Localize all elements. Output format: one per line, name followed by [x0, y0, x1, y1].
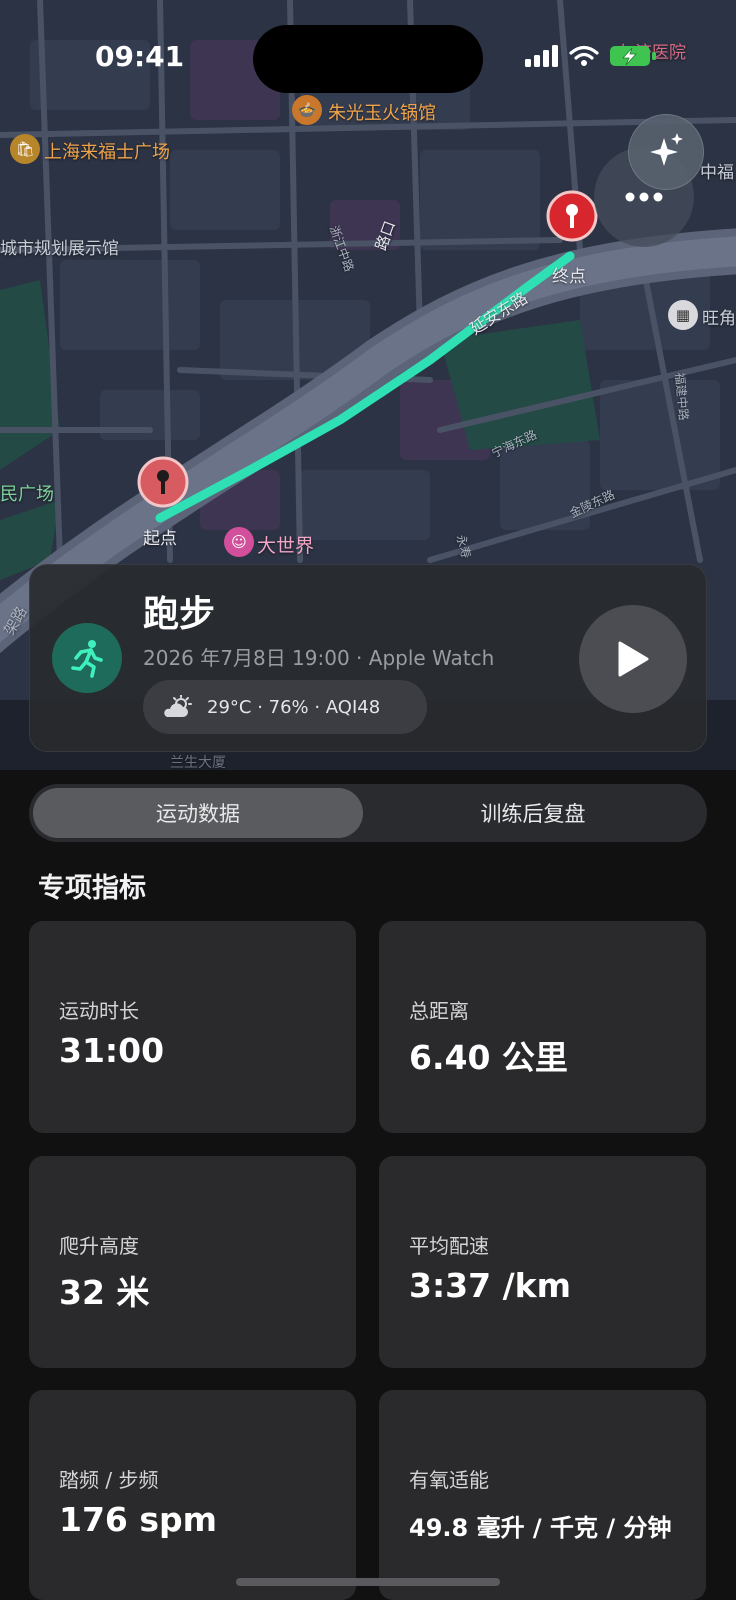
more-dots-icon	[625, 192, 663, 202]
metric-label: 踏频 / 步频	[59, 1468, 159, 1492]
end-pin[interactable]	[546, 190, 598, 246]
map-pin-icon	[137, 456, 189, 508]
poi-great-world[interactable]: 大世界	[257, 531, 314, 558]
segmented-control: 运动数据 训练后复盘	[29, 784, 707, 842]
poi-hotpot[interactable]: 朱光玉火锅馆	[328, 99, 436, 125]
building-icon: ▦	[668, 300, 698, 330]
play-route-button[interactable]	[579, 605, 687, 713]
wifi-icon	[569, 45, 599, 66]
home-indicator	[236, 1578, 500, 1586]
sparkle-icon	[650, 133, 683, 166]
metric-card-elevation[interactable]: 爬升高度 32 米	[29, 1156, 356, 1368]
metric-value: 6.40 公里	[409, 1038, 568, 1077]
poi-planning-hall[interactable]: 城市规划展示馆	[0, 234, 119, 259]
status-time: 09:41	[95, 40, 185, 73]
map-pin-icon	[546, 190, 598, 242]
metric-value: 176 spm	[59, 1500, 218, 1539]
metric-label: 平均配速	[409, 1234, 489, 1258]
restaurant-icon: 🍲	[292, 95, 322, 125]
metric-value: 49.8 毫升 / 千克 / 分钟	[409, 1514, 672, 1542]
section-title: 专项指标	[38, 873, 146, 904]
running-icon-badge	[52, 623, 122, 693]
cellular-signal-icon	[525, 45, 558, 67]
poi-wang[interactable]: 旺角	[702, 304, 736, 329]
ai-sparkle-button[interactable]	[628, 114, 704, 190]
metric-value: 32 米	[59, 1273, 150, 1312]
end-label: 终点	[552, 267, 586, 287]
metric-label: 总距离	[409, 999, 469, 1023]
theater-icon: ☺	[224, 527, 254, 557]
partly-cloudy-icon	[164, 695, 192, 717]
poi-fuzhou[interactable]: 中福	[700, 158, 734, 183]
poi-cut: 兰生大厦	[170, 755, 226, 770]
play-icon	[618, 641, 649, 677]
metric-value: 31:00	[59, 1031, 165, 1070]
metric-label: 运动时长	[59, 999, 139, 1023]
metric-card-duration[interactable]: 运动时长 31:00	[29, 921, 356, 1133]
start-pin[interactable]	[137, 456, 189, 512]
weather-pill: 29°C · 76% · AQI48	[143, 680, 427, 734]
start-label: 起点	[143, 529, 177, 549]
metric-label: 爬升高度	[59, 1234, 139, 1258]
metric-card-avg-pace[interactable]: 平均配速 3:37 /km	[379, 1156, 706, 1368]
running-icon	[71, 640, 103, 678]
dynamic-island	[253, 25, 483, 93]
status-icons	[525, 44, 657, 68]
workout-summary-card: 跑步 2026 年7月8日 19:00 · Apple Watch 29°C ·…	[29, 564, 707, 752]
metric-card-cadence[interactable]: 踏频 / 步频 176 spm	[29, 1390, 356, 1600]
tab-post-workout-review[interactable]: 训练后复盘	[363, 788, 703, 838]
metric-card-vo2max[interactable]: 有氧适能 49.8 毫升 / 千克 / 分钟	[379, 1390, 706, 1600]
poi-plaza[interactable]: 上海来福士广场	[44, 138, 170, 164]
workout-title: 跑步	[143, 594, 216, 635]
metric-card-distance[interactable]: 总距离 6.40 公里	[379, 921, 706, 1133]
tab-workout-data[interactable]: 运动数据	[33, 788, 363, 838]
metric-label: 有氧适能	[409, 1468, 489, 1492]
workout-meta: 2026 年7月8日 19:00 · Apple Watch	[143, 646, 495, 670]
shopping-icon: 🛍	[10, 134, 40, 164]
weather-text: 29°C · 76% · AQI48	[207, 696, 381, 718]
poi-peoples-square[interactable]: 民广场	[0, 480, 54, 506]
metric-value: 3:37 /km	[409, 1266, 571, 1305]
battery-charging-icon	[610, 46, 656, 66]
